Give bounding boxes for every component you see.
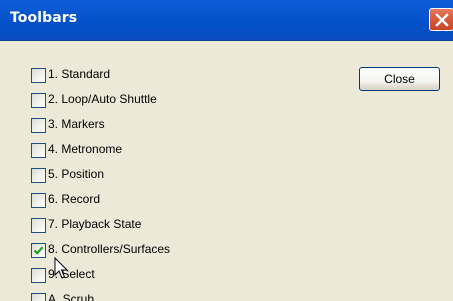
checkbox[interactable] [31, 193, 46, 208]
checkbox[interactable] [31, 268, 46, 283]
checkbox[interactable] [31, 68, 46, 83]
item-label: 5. Position [48, 167, 105, 181]
checkbox[interactable] [31, 218, 46, 233]
item-label: 4. Metronome [48, 142, 123, 156]
checkbox[interactable] [31, 293, 46, 301]
window-title: Toolbars [10, 10, 78, 26]
mouse-pointer-icon [54, 257, 69, 279]
checkbox-checked[interactable] [31, 243, 46, 258]
checkbox[interactable] [31, 118, 46, 133]
item-label: 2. Loop/Auto Shuttle [48, 92, 157, 106]
close-button[interactable]: Close [359, 67, 440, 91]
checkbox[interactable] [31, 143, 46, 158]
item-label: 3. Markers [48, 117, 105, 131]
close-icon [435, 13, 449, 27]
title-bar[interactable]: Toolbars [0, 0, 453, 41]
item-label: A. Scrub [48, 292, 95, 301]
item-label: 7. Playback State [48, 217, 142, 231]
toolbars-dialog: Toolbars 1. Standard 2. Loop/Auto Shuttl… [0, 0, 453, 301]
item-label: 1. Standard [48, 67, 111, 81]
item-label: 8. Controllers/Surfaces [48, 242, 171, 256]
window-close-button[interactable] [429, 8, 453, 31]
item-label: 6. Record [48, 192, 101, 206]
checkbox[interactable] [31, 93, 46, 108]
checkmark-icon [33, 246, 44, 255]
checkbox[interactable] [31, 168, 46, 183]
